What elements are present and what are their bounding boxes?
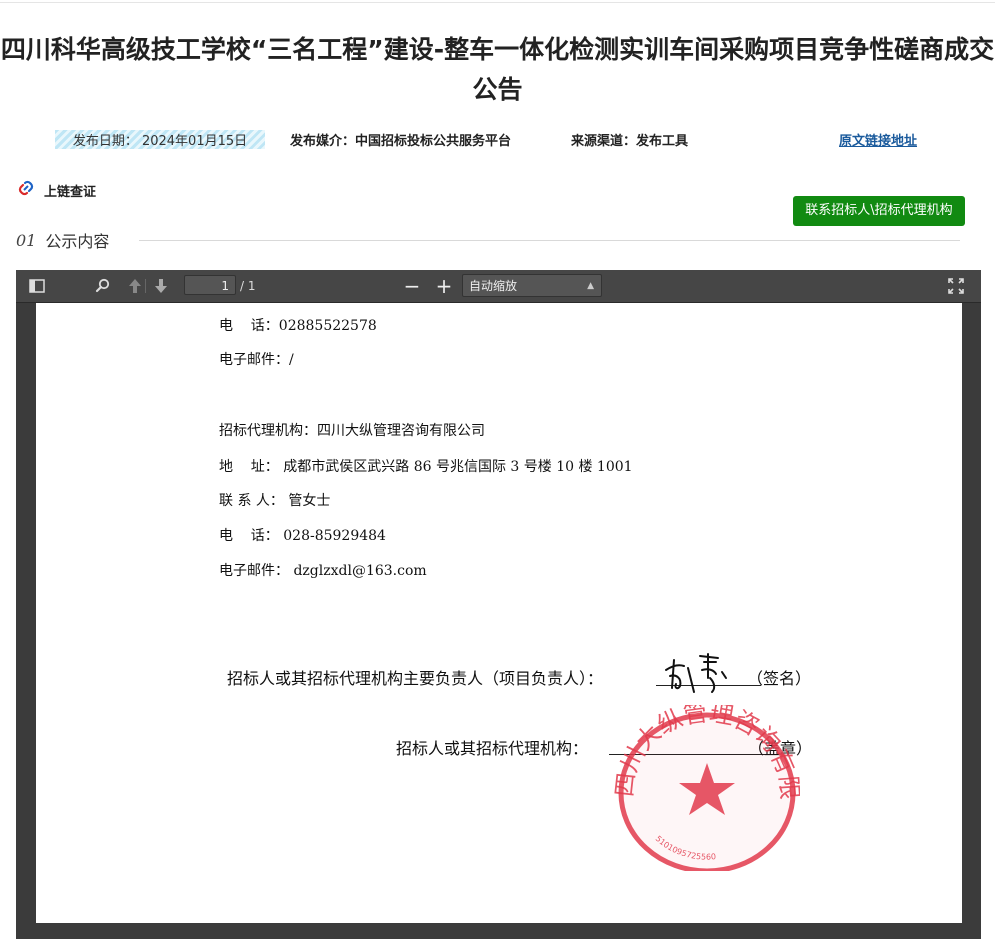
zoom-select-value: 自动缩放 <box>469 279 518 293</box>
fullscreen-icon[interactable] <box>944 270 968 302</box>
doc-phone-1: 电 话：02885522578 <box>219 318 377 334</box>
doc-sign-org-label: 招标人或其招标代理机构： <box>396 739 589 758</box>
pdf-toolbar: 1 / 1 − + 自动缩放 ▲ <box>16 270 981 303</box>
doc-contact: 联 系 人： 管女士 <box>219 493 331 509</box>
page-number-input[interactable]: 1 <box>184 275 236 295</box>
page-title: 四川科华高级技工学校“三名工程”建设-整车一体化检测实训车间采购项目竞争性磋商成… <box>0 30 995 110</box>
blockchain-verify-link[interactable]: 上链查证 <box>16 178 96 202</box>
zoom-select[interactable]: 自动缩放 ▲ <box>462 274 602 297</box>
select-arrows-icon: ▲ <box>587 281 594 291</box>
top-divider <box>0 2 995 3</box>
section-number: 01 <box>16 230 37 250</box>
previous-page-icon[interactable] <box>126 270 144 302</box>
zoom-in-button[interactable]: + <box>434 270 454 302</box>
next-page-icon[interactable] <box>152 270 170 302</box>
doc-agency: 招标代理机构：四川大纵管理咨询有限公司 <box>219 423 485 439</box>
page-count: / 1 <box>240 279 256 293</box>
doc-sign-leader-label: 招标人或其招标代理机构主要负责人（项目负责人）： <box>227 669 604 688</box>
pdf-page: 电 话：02885522578 电子邮件：/ 招标代理机构：四川大纵管理咨询有限… <box>36 303 962 923</box>
publish-date: 发布日期： 2024年01月15日 <box>55 130 265 149</box>
source-channel: 来源渠道：发布工具 <box>571 134 689 149</box>
doc-email-1: 电子邮件：/ <box>219 352 294 368</box>
doc-phone-2: 电 话： 028-85929484 <box>219 528 386 544</box>
search-icon[interactable] <box>92 270 114 302</box>
title-line-2: 公告 <box>472 75 523 104</box>
publish-media: 发布媒介：中国招标投标公共服务平台 <box>290 134 512 149</box>
sidebar-toggle-icon[interactable] <box>26 270 48 302</box>
doc-sign-leader-suffix: （签名） <box>747 669 812 688</box>
contact-agency-button[interactable]: 联系招标人\招标代理机构 <box>793 196 965 226</box>
doc-address: 地 址： 成都市武侯区武兴路 86 号兆信国际 3 号楼 10 楼 1001 <box>219 459 633 475</box>
handwritten-signature <box>665 653 727 693</box>
section-divider <box>139 240 960 241</box>
company-seal: 四川大纵管理咨询有限公司 5101095725560 <box>614 705 800 871</box>
doc-email-2: 电子邮件： dzglzxdl@163.com <box>219 563 427 579</box>
zoom-out-button[interactable]: − <box>402 270 422 302</box>
blockchain-label: 上链查证 <box>44 184 97 200</box>
chain-link-icon <box>16 178 36 202</box>
pdf-viewer: 1 / 1 − + 自动缩放 ▲ 电 话：02885522578 电子邮件：/ … <box>16 270 981 939</box>
section-title: 公示内容 <box>45 232 110 251</box>
toolbar-separator <box>145 279 146 293</box>
original-link[interactable]: 原文链接地址 <box>839 130 917 149</box>
title-line-1: 四川科华高级技工学校“三名工程”建设-整车一体化检测实训车间采购项目竞争性磋商成… <box>0 35 995 64</box>
section-header: 01 公示内容 <box>16 228 109 252</box>
